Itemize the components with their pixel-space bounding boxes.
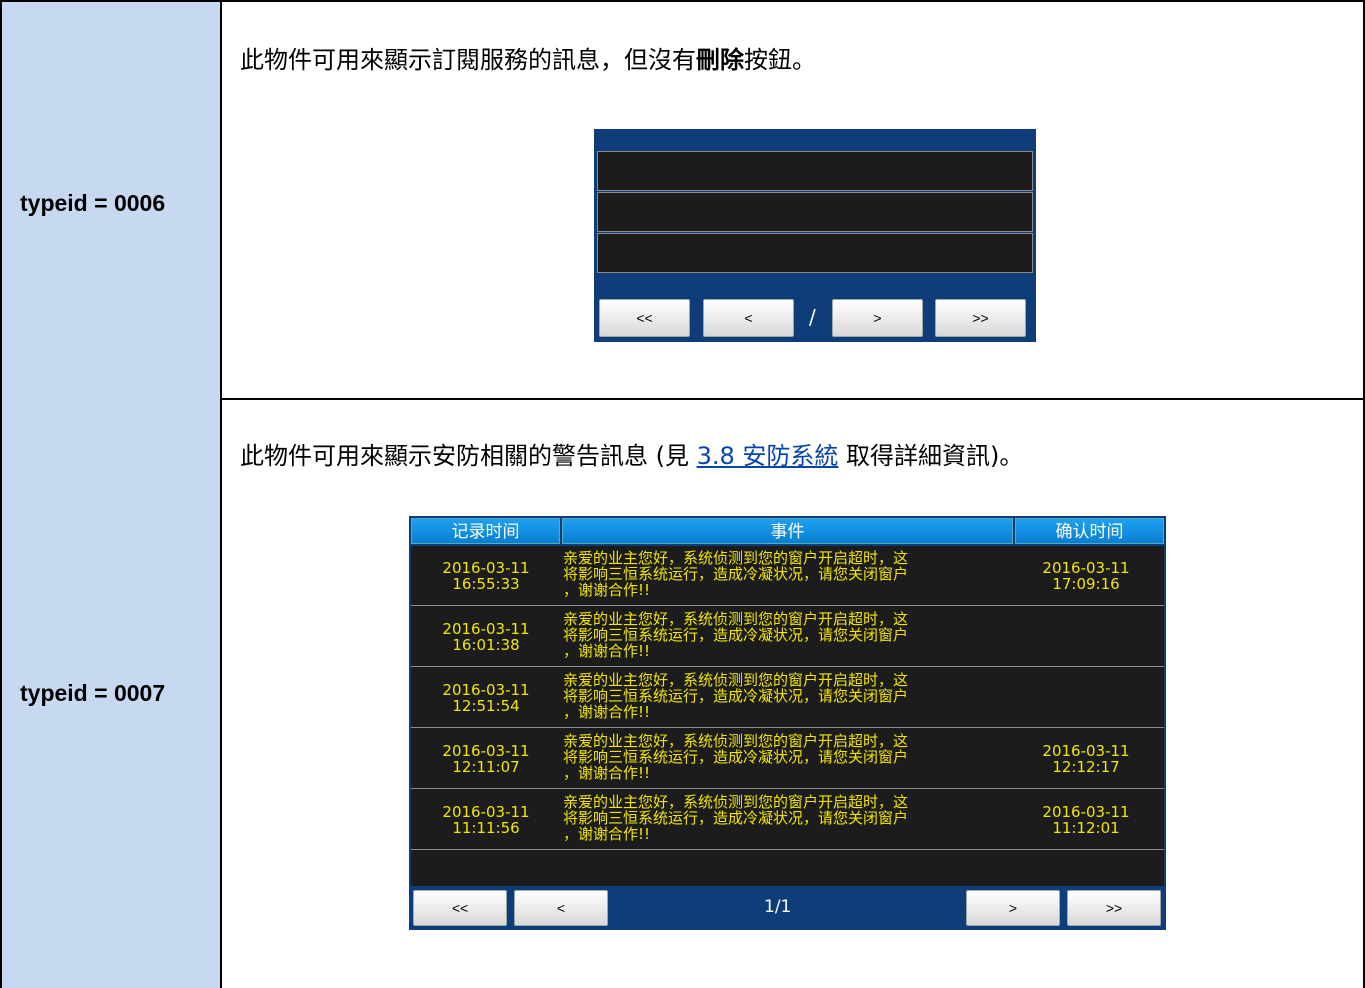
description-prefix: 此物件可用來顯示訂閱服務的訊息，但沒有 (240, 46, 696, 74)
table-row[interactable]: 2016-03-11 16:55:33 亲爱的业主您好，系统侦测到您的窗户开启超时… (411, 546, 1164, 606)
table-row[interactable]: 2016-03-11 12:11:07 亲爱的业主您好，系统侦测到您的窗户开启超时… (411, 729, 1164, 789)
table-row[interactable]: 2016-03-11 16:01:38 亲爱的业主您好，系统侦测到您的窗户开启超时… (411, 607, 1164, 667)
table-row[interactable]: 2016-03-11 11:11:56 亲爱的业主您好，系统侦测到您的窗户开启超时… (411, 790, 1164, 850)
confirm-time: 2016-03-11 12:12:17 (1042, 742, 1130, 776)
table-row[interactable]: 2016-03-11 12:51:54 亲爱的业主您好，系统侦测到您的窗户开启超时… (411, 668, 1164, 728)
prev-page-button[interactable]: < (703, 299, 794, 337)
confirm-time: 2016-03-11 17:09:16 (1042, 559, 1130, 593)
last-page-button[interactable]: >> (1067, 890, 1161, 926)
page-indicator: 1/1 (764, 897, 792, 917)
prev-page-button[interactable]: < (514, 890, 608, 926)
last-page-button[interactable]: >> (935, 299, 1026, 337)
table-row-typeid-0006: typeid = 0006 此物件可用來顯示訂閱服務的訊息，但沒有刪除按鈕。 <… (0, 0, 1365, 400)
description-bold: 刪除 (696, 46, 744, 74)
message-row (597, 192, 1033, 232)
event-text: 亲爱的业主您好，系统侦测到您的窗户开启超时，这 将影响三恒系统运行，造成冷凝状况… (563, 732, 909, 782)
security-alarm-widget: 记录时间 事件 确认时间 2016-03-11 16:55:33 亲爱的业主您好，… (409, 516, 1166, 930)
column-header-event: 事件 (562, 518, 1013, 544)
record-time: 2016-03-11 16:01:38 (442, 620, 530, 654)
event-text: 亲爱的业主您好，系统侦测到您的窗户开启超时，这 将影响三恒系统运行，造成冷凝状况… (563, 671, 909, 721)
description-text: 此物件可用來顯示安防相關的警告訊息 (見 3.8 安防系統 取得詳細資訊)。 (240, 436, 1023, 471)
record-time: 2016-03-11 11:11:56 (442, 803, 530, 837)
record-time: 2016-03-11 16:55:33 (442, 559, 530, 593)
description-text: 此物件可用來顯示訂閱服務的訊息，但沒有刪除按鈕。 (240, 40, 816, 75)
typeid-cell: typeid = 0006 (2, 2, 222, 398)
alarm-list[interactable]: 2016-03-11 16:55:33 亲爱的业主您好，系统侦测到您的窗户开启超时… (411, 546, 1164, 886)
typeid-label: typeid = 0007 (20, 680, 166, 706)
page-indicator: / (809, 305, 816, 329)
message-row (597, 233, 1033, 273)
column-header-record-time: 记录时间 (411, 518, 560, 544)
record-time: 2016-03-11 12:51:54 (442, 681, 530, 715)
column-header-confirm-time: 确认时间 (1015, 518, 1164, 544)
record-time: 2016-03-11 12:11:07 (442, 742, 530, 776)
description-suffix: 按鈕。 (744, 46, 816, 74)
description-suffix: 取得詳細資訊)。 (838, 442, 1024, 470)
confirm-time: 2016-03-11 11:12:01 (1042, 803, 1130, 837)
message-row (597, 151, 1033, 191)
first-page-button[interactable]: << (413, 890, 507, 926)
first-page-button[interactable]: << (599, 299, 690, 337)
next-page-button[interactable]: > (966, 890, 1060, 926)
typeid-label: typeid = 0006 (20, 190, 166, 216)
typeid-cell: typeid = 0007 (2, 398, 222, 988)
document-table: typeid = 0006 此物件可用來顯示訂閱服務的訊息，但沒有刪除按鈕。 <… (0, 0, 1365, 988)
message-viewer-widget: << < / > >> (594, 129, 1036, 342)
event-text: 亲爱的业主您好，系统侦测到您的窗户开启超时，这 将影响三恒系统运行，造成冷凝状况… (563, 793, 909, 843)
event-text: 亲爱的业主您好，系统侦测到您的窗户开启超时，这 将影响三恒系统运行，造成冷凝状况… (563, 610, 909, 660)
section-link[interactable]: 3.8 安防系統 (697, 442, 839, 470)
description-prefix: 此物件可用來顯示安防相關的警告訊息 (見 (240, 442, 697, 470)
next-page-button[interactable]: > (832, 299, 923, 337)
event-text: 亲爱的业主您好，系统侦测到您的窗户开启超时，这 将影响三恒系统运行，造成冷凝状况… (563, 549, 909, 599)
